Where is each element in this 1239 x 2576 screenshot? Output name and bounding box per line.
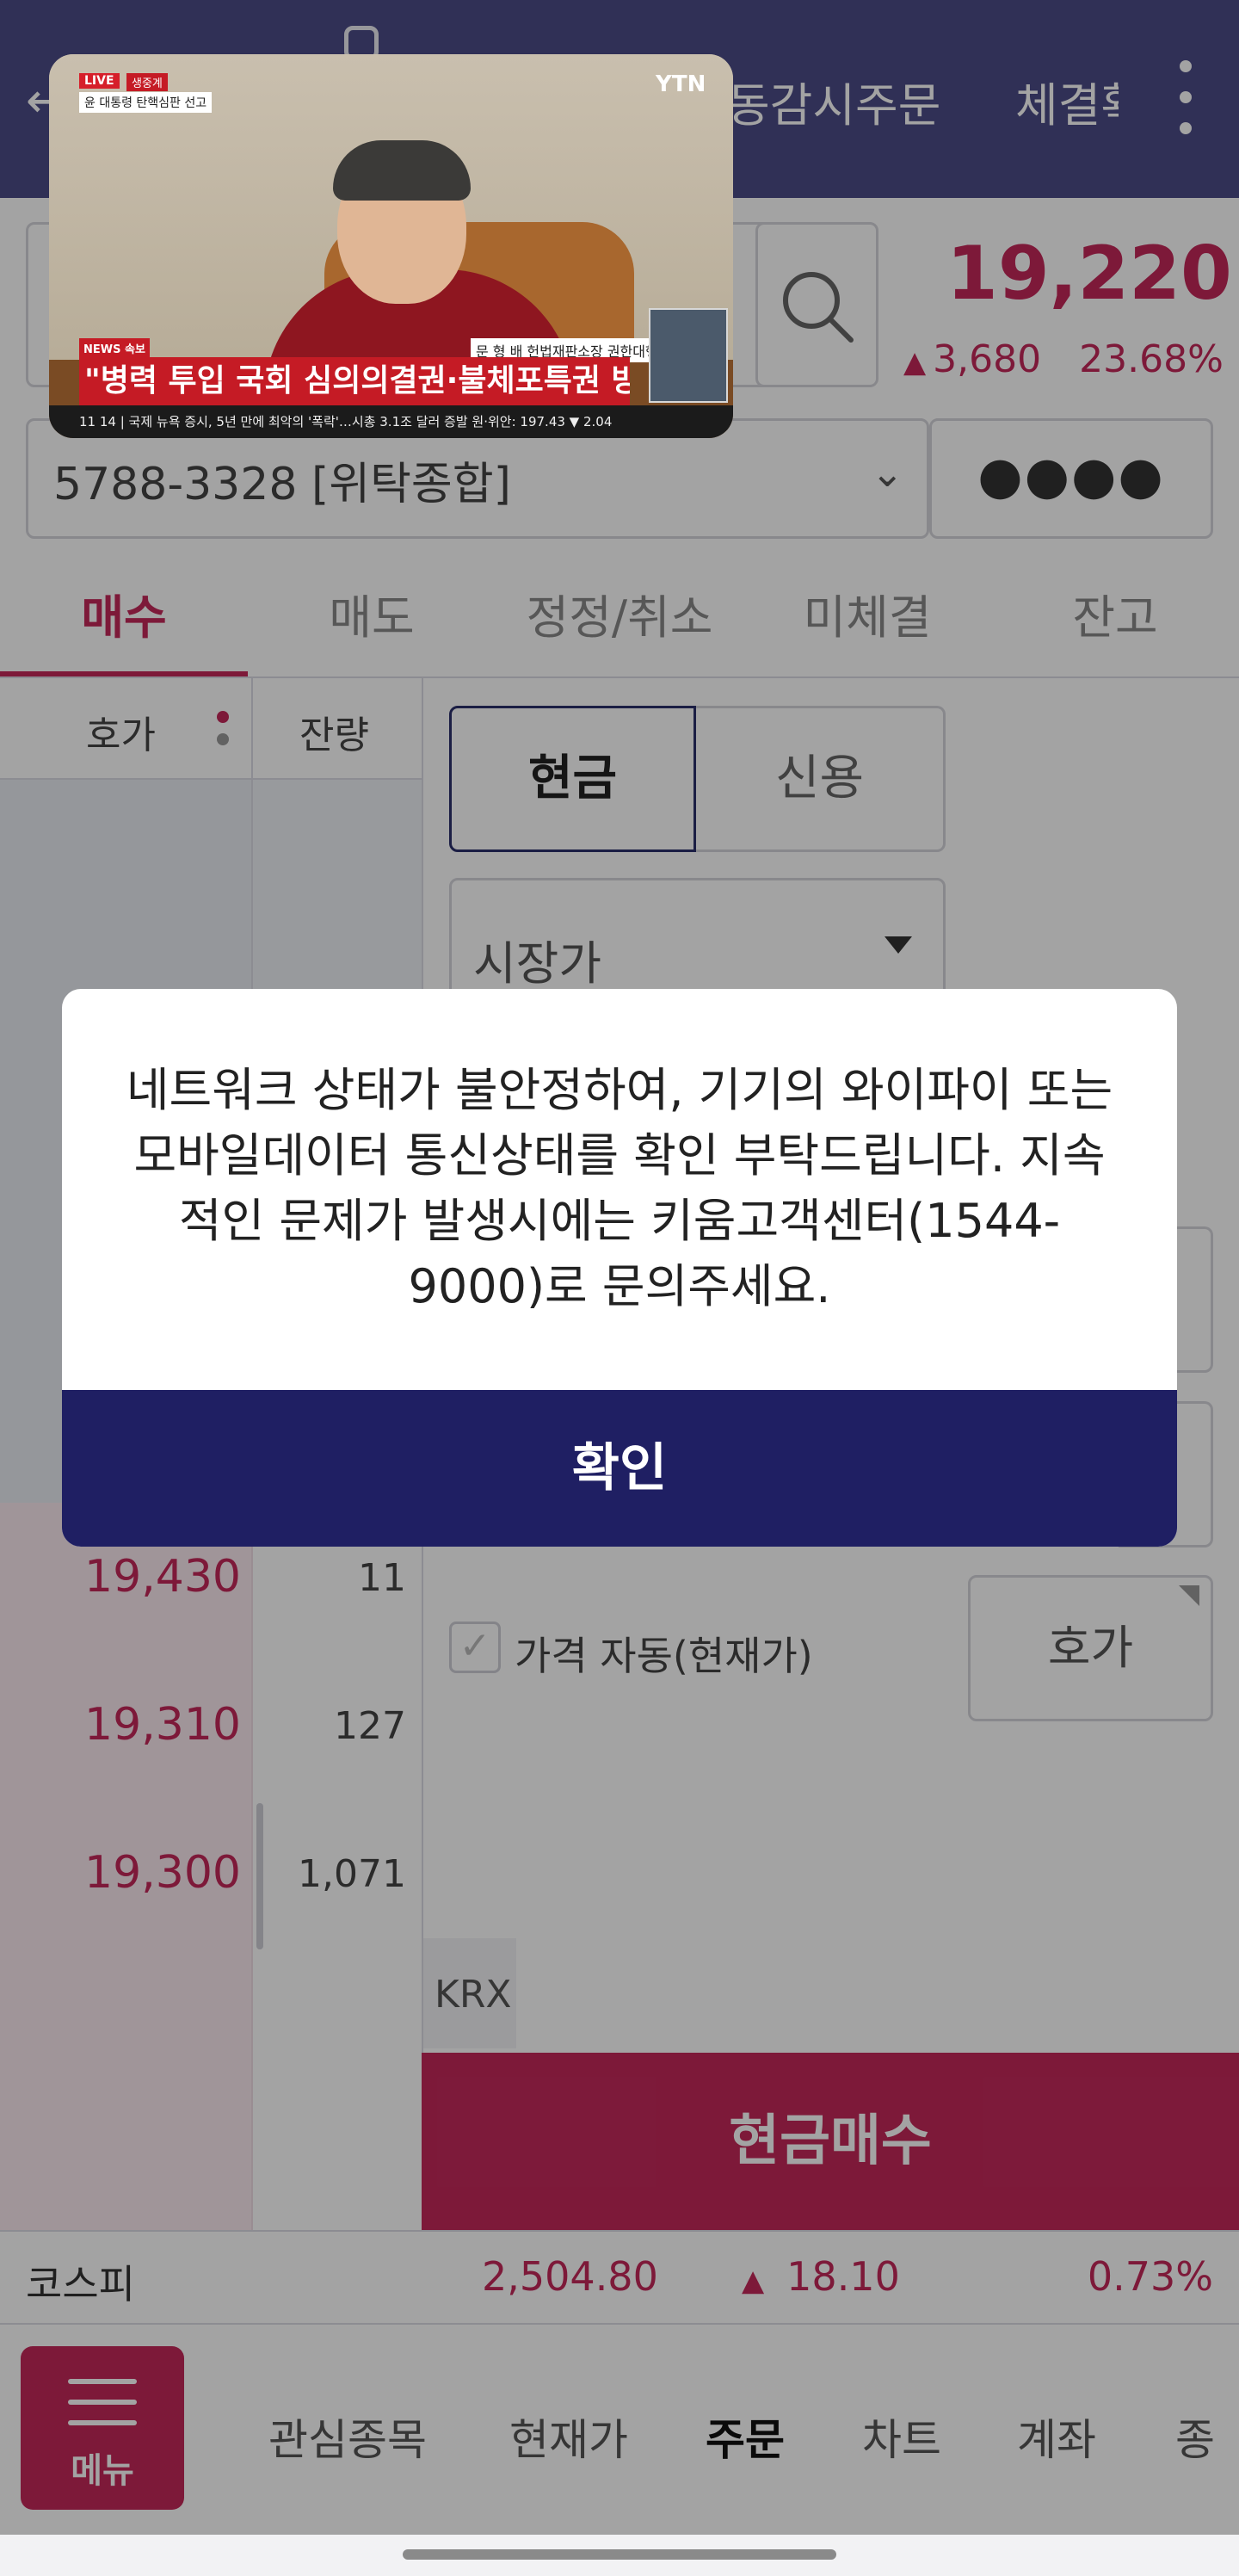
video-pip-window[interactable]: LIVE 생중계 윤 대통령 탄핵심판 선고 YTN NEWS 속보 문 형 배… xyxy=(49,54,733,438)
video-figure-hair xyxy=(333,140,471,201)
news-headline: "병력 투입 국회 심의의결권·불체포특권 방해" xyxy=(79,357,630,405)
channel-logo: YTN xyxy=(656,71,706,97)
network-alert-dialog: 네트워크 상태가 불안정하여, 기기의 와이파이 또는 모바일데이터 통신상태를… xyxy=(62,989,1177,1547)
news-tag: NEWS 속보 xyxy=(79,338,150,358)
home-indicator[interactable] xyxy=(403,2549,836,2560)
program-title: 윤 대통령 탄핵심판 선고 xyxy=(79,92,213,113)
live-badge: LIVE xyxy=(79,73,120,89)
news-ticker: 11 14 | 국제 뉴욕 증시, 5년 만에 최악의 '폭락'…시총 3.1조… xyxy=(49,405,733,438)
live-sub-badge: 생중계 xyxy=(126,73,168,91)
sign-language-inset xyxy=(649,308,728,403)
dialog-message: 네트워크 상태가 불안정하여, 기기의 와이파이 또는 모바일데이터 통신상태를… xyxy=(126,1063,1113,1313)
confirm-button[interactable]: 확인 xyxy=(62,1390,1177,1547)
